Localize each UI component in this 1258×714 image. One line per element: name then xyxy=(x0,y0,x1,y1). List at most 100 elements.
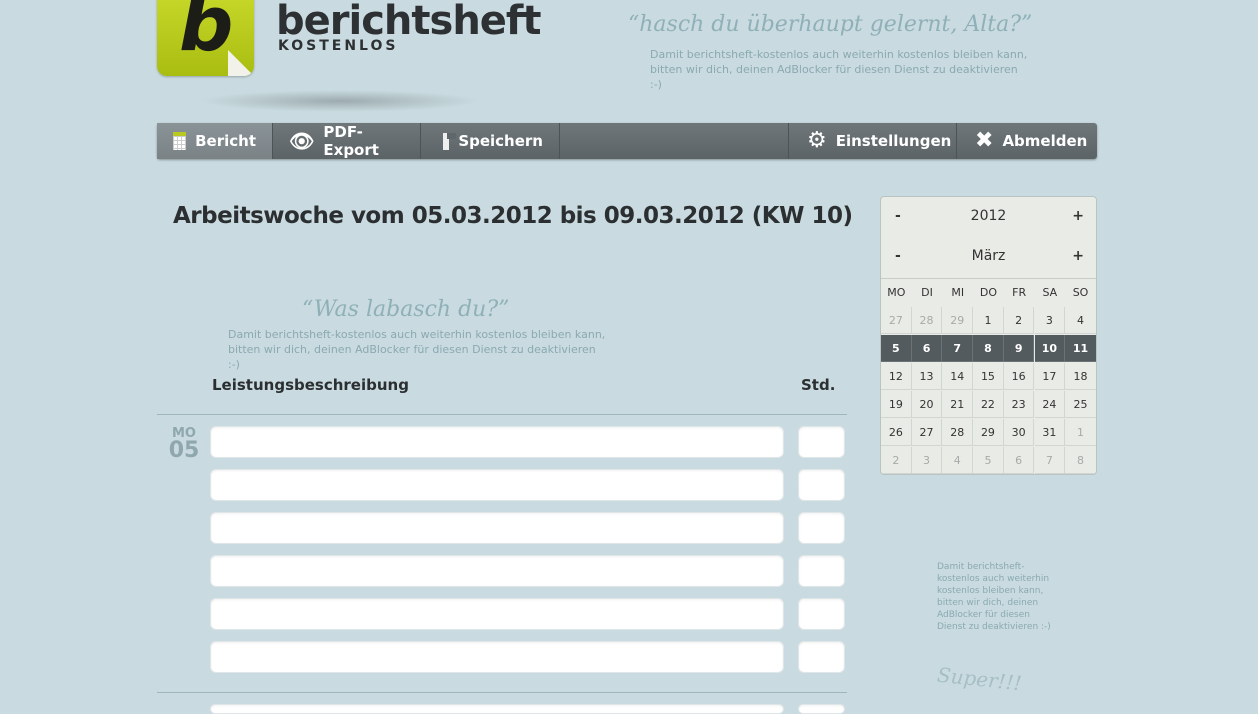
nav-speichern-label: Speichern xyxy=(458,132,543,150)
nav-pdf-export[interactable]: 👁 PDF-Export xyxy=(273,123,421,159)
header-adblock-notice: Damit berichtsheft-kostenlos auch weiter… xyxy=(650,48,1028,91)
table-divider xyxy=(157,692,847,693)
nav-speichern[interactable]: Speichern xyxy=(421,123,560,159)
weekday-header: DO xyxy=(979,286,997,299)
calendar-day[interactable]: 20 xyxy=(911,391,943,418)
content-adblock-notice: Damit berichtsheft-kostenlos auch weiter… xyxy=(228,328,606,371)
calendar-day[interactable]: 29 xyxy=(942,307,974,334)
calendar-day[interactable]: 15 xyxy=(973,363,1004,390)
calendar-day[interactable]: 23 xyxy=(1003,391,1035,418)
calendar-day[interactable]: 31 xyxy=(1034,419,1066,446)
calendar-day[interactable]: 4 xyxy=(1065,307,1096,334)
calendar-day[interactable]: 17 xyxy=(1034,363,1066,390)
calendar-day[interactable]: 16 xyxy=(1003,363,1035,390)
calendar-day[interactable]: 5 xyxy=(973,447,1004,474)
nav-bericht[interactable]: Bericht xyxy=(157,123,273,159)
calendar-day[interactable]: 7 xyxy=(1034,447,1066,474)
month-next-button[interactable]: + xyxy=(1072,248,1084,264)
calendar-day[interactable]: 26 xyxy=(881,419,912,446)
calendar-day[interactable]: 14 xyxy=(942,363,974,390)
logo-letter: b xyxy=(179,0,234,68)
calendar-day[interactable]: 3 xyxy=(911,447,943,474)
weekday-header: MI xyxy=(951,286,965,299)
calendar-day[interactable]: 1 xyxy=(973,307,1004,334)
year-next-button[interactable]: + xyxy=(1072,208,1084,224)
description-input-3[interactable] xyxy=(210,512,784,544)
calendar-day[interactable]: 6 xyxy=(1003,447,1035,474)
calendar-day[interactable]: 2 xyxy=(1003,307,1035,334)
description-input-6[interactable] xyxy=(210,641,784,673)
header-quote: “hasch du überhaupt gelernt, Alta?” xyxy=(628,12,1033,37)
hours-input-2[interactable] xyxy=(798,469,845,501)
calendar-day[interactable]: 8 xyxy=(1065,447,1096,474)
nav-pdf-export-label: PDF-Export xyxy=(323,123,379,159)
calendar-day[interactable]: 24 xyxy=(1034,391,1066,418)
gear-icon: ⚙ xyxy=(807,128,827,153)
calendar-day[interactable]: 4 xyxy=(942,447,974,474)
calendar-day-selected[interactable]: 7 xyxy=(942,335,974,362)
hours-input-3[interactable] xyxy=(798,512,845,544)
calendar-day[interactable]: 3 xyxy=(1034,307,1066,334)
nav-einstellungen-label: Einstellungen xyxy=(835,132,952,150)
nav-abmelden[interactable]: ✖ Abmelden xyxy=(956,123,1097,159)
calendar-day[interactable]: 27 xyxy=(881,307,912,334)
description-input-4[interactable] xyxy=(210,555,784,587)
calendar-day[interactable]: 28 xyxy=(911,307,943,334)
logo-shadow xyxy=(200,90,480,112)
main-navbar: Bericht 👁 PDF-Export Speichern ⚙ Einstel… xyxy=(157,123,1097,159)
hours-input-next-day[interactable] xyxy=(798,704,845,714)
weekday-header: MO xyxy=(887,286,906,299)
description-input-5[interactable] xyxy=(210,598,784,630)
table-divider xyxy=(157,414,847,415)
brand-subtitle: KOSTENLOS xyxy=(278,38,399,54)
calendar-day[interactable]: 27 xyxy=(911,419,943,446)
weekday-header: SA xyxy=(1042,286,1058,299)
page-title: Arbeitswoche vom 05.03.2012 bis 09.03.20… xyxy=(173,203,853,229)
calendar-day[interactable]: 12 xyxy=(881,363,912,390)
calendar-day[interactable]: 19 xyxy=(881,391,912,418)
content-quote: “Was labasch du?” xyxy=(302,297,510,322)
calendar-day[interactable]: 1 xyxy=(1065,419,1096,446)
day-label-monday: MO 05 xyxy=(168,426,200,463)
calendar-day[interactable]: 21 xyxy=(942,391,974,418)
calendar-year-row: - 2012 + xyxy=(881,197,1096,237)
description-input-2[interactable] xyxy=(210,469,784,501)
calendar-day-selected[interactable]: 8 xyxy=(973,335,1004,362)
column-header-hours: Std. xyxy=(801,376,836,394)
day-number: 05 xyxy=(168,438,200,463)
description-input-next-day[interactable] xyxy=(210,704,784,714)
sidebar-adblock-notice: Damit berichtsheft-kostenlos auch weiter… xyxy=(937,562,1051,632)
description-input-1[interactable] xyxy=(210,426,784,458)
calendar-day-selected[interactable]: 11 xyxy=(1065,335,1096,362)
column-header-description: Leistungsbeschreibung xyxy=(212,376,409,394)
nav-einstellungen[interactable]: ⚙ Einstellungen xyxy=(788,123,956,159)
month-label: März xyxy=(971,248,1006,264)
calendar-day-selected[interactable]: 6 xyxy=(911,335,943,362)
logo-page-curl xyxy=(228,50,254,76)
calendar-widget: - 2012 + - März + MO DI MI DO FR SA SO 27 28 29 1 2… xyxy=(880,196,1097,475)
calendar-day[interactable]: 29 xyxy=(973,419,1004,446)
sidebar-quote: Super!!! xyxy=(935,662,1023,696)
hours-input-5[interactable] xyxy=(798,598,845,630)
calendar-day[interactable]: 18 xyxy=(1065,363,1096,390)
hours-input-4[interactable] xyxy=(798,555,845,587)
weekday-header: SO xyxy=(1072,286,1089,299)
logo[interactable]: b xyxy=(157,0,254,76)
eye-icon: 👁 xyxy=(289,129,315,153)
calendar-icon xyxy=(173,132,187,150)
calendar-day[interactable]: 13 xyxy=(911,363,943,390)
close-icon: ✖ xyxy=(975,128,994,153)
calendar-day-selected[interactable]: 9 xyxy=(1003,335,1035,362)
weekday-header: FR xyxy=(1012,286,1027,299)
calendar-day[interactable]: 28 xyxy=(942,419,974,446)
calendar-day[interactable]: 2 xyxy=(881,447,912,474)
calendar-day-selected[interactable]: 10 xyxy=(1034,335,1066,362)
calendar-day[interactable]: 22 xyxy=(973,391,1004,418)
hours-input-6[interactable] xyxy=(798,641,845,673)
hours-input-1[interactable] xyxy=(798,426,845,458)
calendar-day[interactable]: 25 xyxy=(1065,391,1096,418)
calendar-day[interactable]: 30 xyxy=(1003,419,1035,446)
floppy-disk-icon xyxy=(443,132,457,150)
calendar-month-row: - März + xyxy=(881,237,1096,277)
calendar-day-selected[interactable]: 5 xyxy=(881,335,912,362)
